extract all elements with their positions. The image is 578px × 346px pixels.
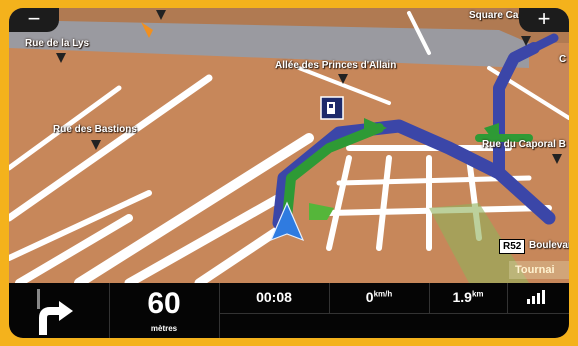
- remaining-distance-panel[interactable]: 1.9km: [429, 283, 508, 313]
- distance-to-turn-panel: 60 mètres: [109, 283, 220, 338]
- street-label-square: Square Ca: [469, 10, 519, 21]
- gps-signal-panel[interactable]: [507, 283, 569, 313]
- street-pin: [338, 74, 348, 84]
- street-label-right-edge: C: [559, 54, 567, 65]
- time-value: 00:08: [256, 289, 292, 305]
- distance-value: 60: [147, 287, 181, 320]
- zoom-out-button[interactable]: −: [9, 8, 59, 32]
- street-label-rue-des-bastions: Rue des Bastions: [53, 124, 137, 135]
- speed-panel[interactable]: 0km/h: [329, 283, 430, 313]
- lower-info-strip: [219, 313, 569, 338]
- gps-signal-icon: [527, 290, 545, 304]
- turn-right-icon: [37, 289, 73, 335]
- navigation-device: Rue de la Lys Square Ca Allée des Prince…: [0, 0, 578, 346]
- street-pin: [91, 140, 101, 150]
- speed-unit: km/h: [373, 289, 393, 299]
- street-pin: [56, 53, 66, 63]
- speed-value: 0: [365, 289, 374, 305]
- next-turn-panel[interactable]: [9, 283, 110, 338]
- zoom-in-button[interactable]: +: [519, 8, 569, 32]
- time-panel[interactable]: 00:08: [219, 283, 330, 313]
- street-label-boulevard: Boulevar: [529, 240, 569, 251]
- info-bar: 60 mètres 00:08 0km/h 1.9km: [9, 283, 569, 338]
- street-pin: [521, 36, 531, 46]
- city-label: Tournai: [509, 261, 569, 279]
- street-pin: [552, 154, 562, 164]
- road-shield-r52: R52: [499, 239, 526, 254]
- navigation-screen: Rue de la Lys Square Ca Allée des Prince…: [9, 8, 569, 338]
- street-label-rue-de-la-lys: Rue de la Lys: [25, 38, 90, 49]
- fuel-station-icon: [320, 96, 344, 120]
- remaining-unit: km: [471, 289, 484, 299]
- street-label-rue-du-caporal: Rue du Caporal B: [482, 139, 566, 150]
- remaining-value: 1.9: [452, 289, 472, 305]
- street-pin: [156, 10, 166, 20]
- distance-unit: mètres: [150, 324, 178, 333]
- street-label-allee-princes: Allée des Princes d'Allain: [275, 60, 397, 71]
